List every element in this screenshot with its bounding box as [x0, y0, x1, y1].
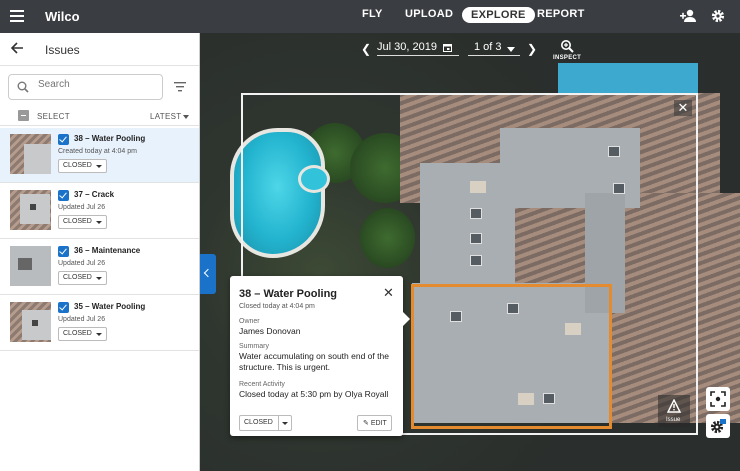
- sort-caret-icon[interactable]: [183, 115, 189, 119]
- sidebar-header: Issues: [0, 33, 199, 66]
- nav-upload[interactable]: UPLOAD: [405, 8, 453, 20]
- popup-status-dropdown[interactable]: CLOSED: [239, 415, 292, 431]
- recent-activity-label: Recent Activity: [239, 381, 285, 388]
- close-frame-icon[interactable]: ✕: [674, 100, 692, 116]
- recent-activity-value: Closed today at 5:30 pm by Olya Royall: [239, 389, 389, 399]
- edit-label: EDIT: [370, 420, 387, 427]
- issue-checkbox[interactable]: [58, 134, 69, 145]
- issue-checkbox[interactable]: [58, 190, 69, 201]
- issue-timestamp: Updated Jul 26: [58, 316, 106, 323]
- issue-thumbnail: [10, 190, 51, 230]
- pencil-icon: ✎: [363, 420, 371, 427]
- filter-icon[interactable]: [174, 82, 186, 92]
- back-arrow-icon[interactable]: [10, 41, 24, 55]
- next-date-arrow[interactable]: ❯: [527, 42, 537, 56]
- search-icon: [17, 81, 29, 93]
- issue-list-item[interactable]: 38 – Water Pooling Created today at 4:04…: [0, 128, 199, 183]
- warning-triangle-icon: [667, 399, 681, 413]
- sidebar-title: Issues: [45, 43, 80, 57]
- owner-label: Owner: [239, 318, 260, 325]
- issue-checkbox[interactable]: [58, 302, 69, 313]
- select-label: SELECT: [37, 112, 70, 121]
- issue-status-dropdown[interactable]: CLOSED: [58, 159, 107, 173]
- prev-date-arrow[interactable]: ❮: [361, 42, 371, 56]
- issue-status-dropdown[interactable]: CLOSED: [58, 271, 107, 285]
- summary-label: Summary: [239, 343, 269, 350]
- search-input[interactable]: [38, 79, 156, 90]
- issue-list-item[interactable]: 35 – Water Pooling Updated Jul 26 CLOSED: [0, 296, 199, 351]
- search-box[interactable]: [8, 74, 163, 100]
- top-bar: Wilco FLY UPLOAD EXPLORE REPORT: [0, 0, 740, 33]
- issues-sidebar: Issues SELECT LATEST 38 – Water Pooling …: [0, 33, 200, 471]
- issue-tool-button[interactable]: Issue: [658, 395, 690, 427]
- issue-detail-popup: 38 – Water Pooling ✕ Closed today at 4:0…: [230, 276, 410, 436]
- owner-value: James Donovan: [239, 326, 301, 336]
- issue-checkbox[interactable]: [58, 246, 69, 257]
- nav-explore[interactable]: EXPLORE: [462, 7, 535, 23]
- issue-timestamp: Created today at 4:04 pm: [58, 148, 137, 155]
- sort-dropdown[interactable]: LATEST: [150, 112, 181, 121]
- layer-settings-button[interactable]: [706, 414, 730, 438]
- issue-timestamp: Updated Jul 26: [58, 204, 106, 211]
- count-caret-icon[interactable]: [507, 47, 515, 52]
- calendar-icon[interactable]: [443, 43, 452, 52]
- settings-gear-icon: [710, 419, 726, 434]
- collapse-sidebar-tab[interactable]: [200, 254, 216, 294]
- popup-timestamp: Closed today at 4:04 pm: [239, 303, 315, 310]
- settings-gear-icon[interactable]: [711, 9, 725, 23]
- nav-fly[interactable]: FLY: [362, 8, 383, 20]
- popup-title: 38 – Water Pooling: [239, 288, 338, 300]
- issue-title: 36 – Maintenance: [74, 246, 141, 255]
- issue-status-dropdown[interactable]: CLOSED: [58, 215, 107, 229]
- app-brand: Wilco: [45, 9, 80, 24]
- issue-thumbnail: [10, 134, 51, 174]
- edit-button[interactable]: ✎ EDIT: [357, 415, 392, 431]
- inspect-label[interactable]: INSPECT: [553, 55, 581, 61]
- issue-status-dropdown[interactable]: CLOSED: [58, 327, 107, 341]
- focus-frame-icon: [710, 391, 726, 407]
- issue-tool-label: Issue: [666, 417, 681, 423]
- issue-timestamp: Updated Jul 26: [58, 260, 106, 267]
- select-all-checkbox[interactable]: [18, 110, 29, 121]
- issue-thumbnail: [10, 302, 51, 342]
- hamburger-menu-icon[interactable]: [10, 10, 24, 22]
- summary-value: Water accumulating on south end of the s…: [239, 351, 389, 372]
- issue-title: 38 – Water Pooling: [74, 134, 146, 143]
- nav-report[interactable]: REPORT: [537, 8, 585, 20]
- issue-title: 37 – Crack: [74, 190, 115, 199]
- popup-close-icon[interactable]: ✕: [383, 285, 394, 301]
- select-sort-row: SELECT LATEST: [0, 106, 199, 126]
- issue-thumbnail: [10, 246, 51, 286]
- issue-annotation-box[interactable]: [411, 284, 612, 429]
- add-user-icon[interactable]: [680, 9, 698, 23]
- issue-list-item[interactable]: 37 – Crack Updated Jul 26 CLOSED: [0, 184, 199, 239]
- inspect-zoom-icon[interactable]: [560, 39, 574, 53]
- focus-tool-button[interactable]: [706, 387, 730, 411]
- issue-list-item[interactable]: 36 – Maintenance Updated Jul 26 CLOSED: [0, 240, 199, 295]
- issue-title: 35 – Water Pooling: [74, 302, 146, 311]
